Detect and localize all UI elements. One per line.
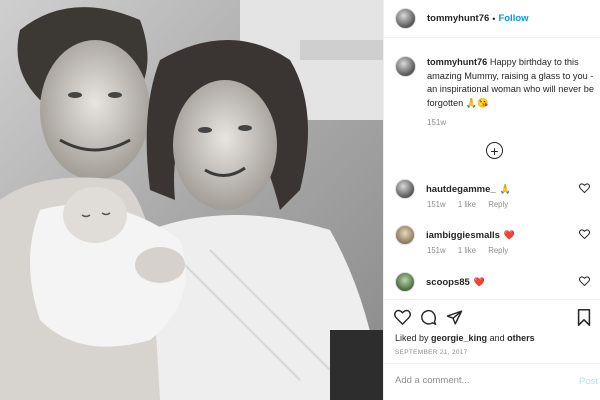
- post-photo[interactable]: [0, 0, 383, 400]
- share-send-icon[interactable]: [446, 309, 463, 326]
- caption-avatar[interactable]: [395, 56, 416, 77]
- post-comment-button[interactable]: Post: [579, 376, 598, 387]
- author-username[interactable]: tommyhunt76: [427, 13, 489, 24]
- comment-likes[interactable]: 1 like: [458, 200, 476, 209]
- heart-outline-icon[interactable]: [579, 183, 590, 193]
- commenter-avatar[interactable]: [395, 272, 415, 292]
- comment-input[interactable]: [395, 375, 565, 386]
- header-separator: •: [492, 13, 496, 24]
- follow-button[interactable]: Follow: [498, 13, 528, 24]
- caption-username[interactable]: tommyhunt76: [427, 57, 487, 67]
- post-header: tommyhunt76 • Follow: [384, 0, 600, 38]
- photo-illustration: [0, 0, 383, 400]
- post-caption: tommyhunt76 Happy birthday to this amazi…: [395, 56, 595, 110]
- comment-text: 🙏: [499, 183, 511, 194]
- comment-text: ❤️: [473, 276, 486, 287]
- like-heart-icon[interactable]: [394, 309, 411, 325]
- plus-circle-icon[interactable]: +: [486, 142, 503, 159]
- heart-outline-icon[interactable]: [579, 276, 590, 286]
- comment-reply-button[interactable]: Reply: [488, 246, 508, 255]
- heart-outline-icon[interactable]: [579, 229, 590, 239]
- post-date[interactable]: SEPTEMBER 21, 2017: [395, 349, 468, 356]
- comment-meta: 151w 1 like Reply: [427, 200, 518, 209]
- likes-summary: Liked by georgie_king and others: [395, 333, 535, 343]
- comment-text: ❤️: [503, 229, 516, 240]
- comment-meta: 151w 1 like Reply: [427, 246, 518, 255]
- comment-item: scoops85 ❤️: [395, 272, 595, 292]
- comment-item: hautdegamme_ 🙏 151w 1 like Reply: [395, 179, 595, 209]
- comment-time[interactable]: 151w: [427, 246, 446, 255]
- add-comment-bar: Post: [384, 363, 600, 400]
- likes-and: and: [489, 333, 505, 343]
- commenter-avatar[interactable]: [395, 179, 415, 199]
- caption-text: tommyhunt76 Happy birthday to this amazi…: [427, 56, 595, 110]
- action-icons: [394, 309, 463, 326]
- post-actions: Liked by georgie_king and others SEPTEMB…: [384, 299, 600, 400]
- bookmark-save-icon[interactable]: [577, 309, 591, 326]
- author-avatar[interactable]: [395, 8, 416, 29]
- commenter-username[interactable]: hautdegamme_: [426, 184, 496, 195]
- caption-timestamp[interactable]: 151w: [427, 118, 446, 127]
- comment-time[interactable]: 151w: [427, 200, 446, 209]
- post-panel: tommyhunt76 • Follow tommyhunt76 Happy b…: [383, 0, 600, 400]
- comment-reply-button[interactable]: Reply: [488, 200, 508, 209]
- commenter-username[interactable]: scoops85: [426, 277, 470, 288]
- comment-bubble-icon[interactable]: [420, 309, 437, 326]
- comment-likes[interactable]: 1 like: [458, 246, 476, 255]
- likes-others[interactable]: others: [507, 333, 535, 343]
- liked-by-user[interactable]: georgie_king: [431, 333, 487, 343]
- comment-item: iambiggiesmalls ❤️ 151w 1 like Reply: [395, 225, 595, 255]
- likes-prefix: Liked by: [395, 333, 429, 343]
- commenter-avatar[interactable]: [395, 225, 415, 245]
- commenter-username[interactable]: iambiggiesmalls: [426, 230, 500, 241]
